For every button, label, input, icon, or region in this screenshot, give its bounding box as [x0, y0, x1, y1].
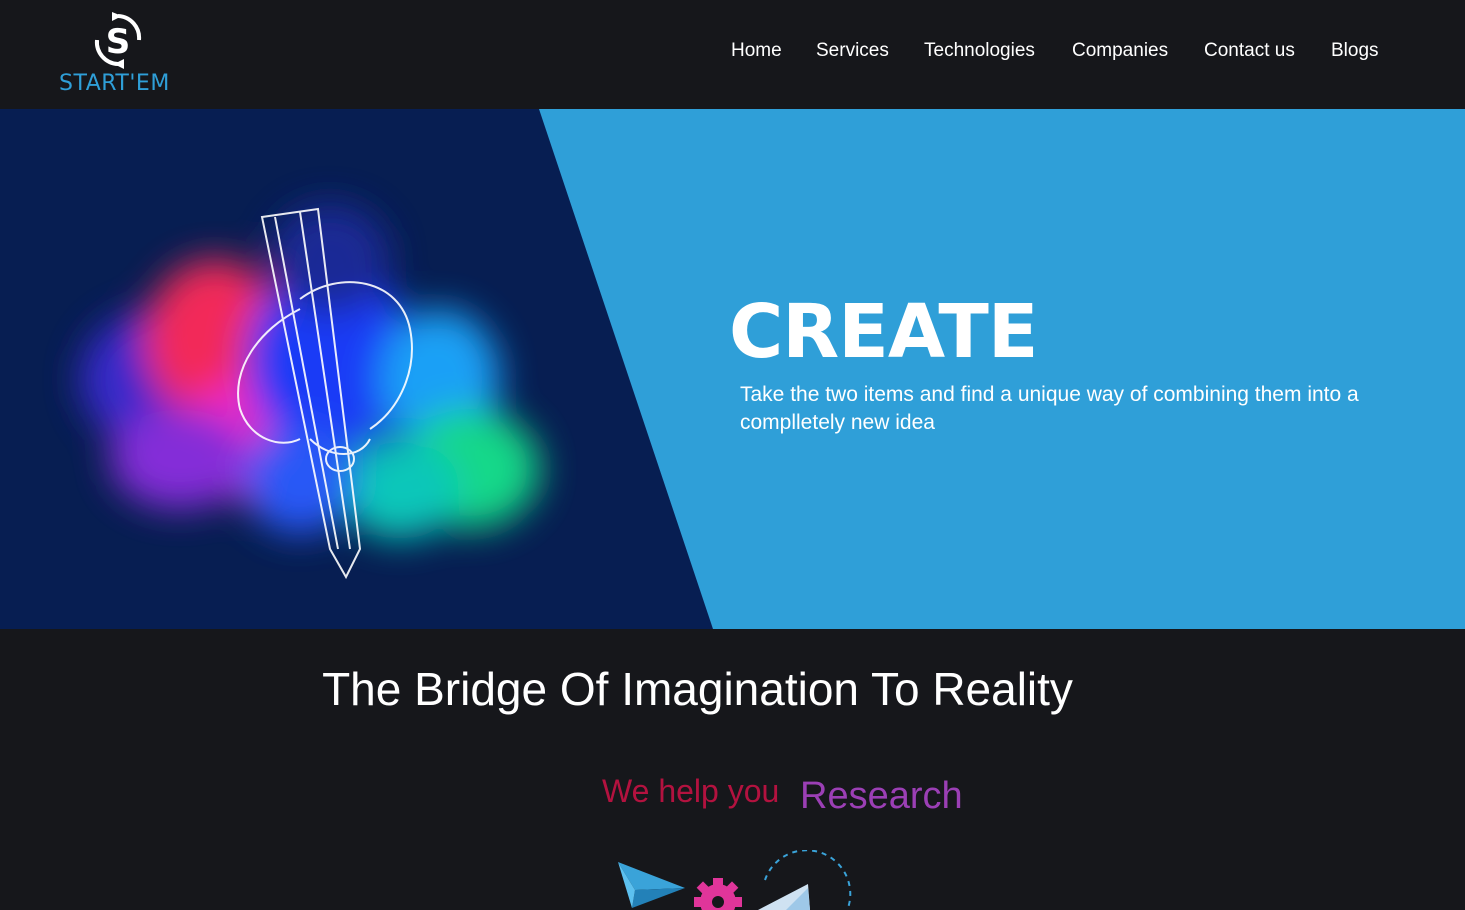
- services-illustration: [618, 850, 852, 910]
- paper-plane-icon: [618, 862, 685, 908]
- section-heading: The Bridge Of Imagination To Reality: [322, 663, 1073, 715]
- brand-name: START'EM: [59, 71, 170, 96]
- hero-title: CREATE: [729, 289, 1038, 375]
- document-icon: [758, 850, 852, 910]
- help-prefix: We help you: [602, 773, 780, 809]
- help-line: We help you Research: [0, 773, 1465, 823]
- nav-home[interactable]: Home: [731, 40, 782, 62]
- main-nav: Home Services Technologies Companies Con…: [0, 40, 1465, 66]
- nav-technologies[interactable]: Technologies: [924, 40, 1035, 62]
- help-rotating-word: Research: [800, 775, 963, 817]
- hero-slide: CREATE Take the two items and find a uni…: [0, 109, 1465, 629]
- nav-companies[interactable]: Companies: [1072, 40, 1168, 62]
- nav-contact-us[interactable]: Contact us: [1204, 40, 1295, 62]
- site-header: S START'EM Home Services Technologies Co…: [0, 0, 1465, 109]
- nav-blogs[interactable]: Blogs: [1331, 40, 1379, 62]
- gear-icon: [694, 878, 742, 910]
- nav-services[interactable]: Services: [816, 40, 889, 62]
- hero-description: Take the two items and find a unique way…: [740, 383, 1359, 434]
